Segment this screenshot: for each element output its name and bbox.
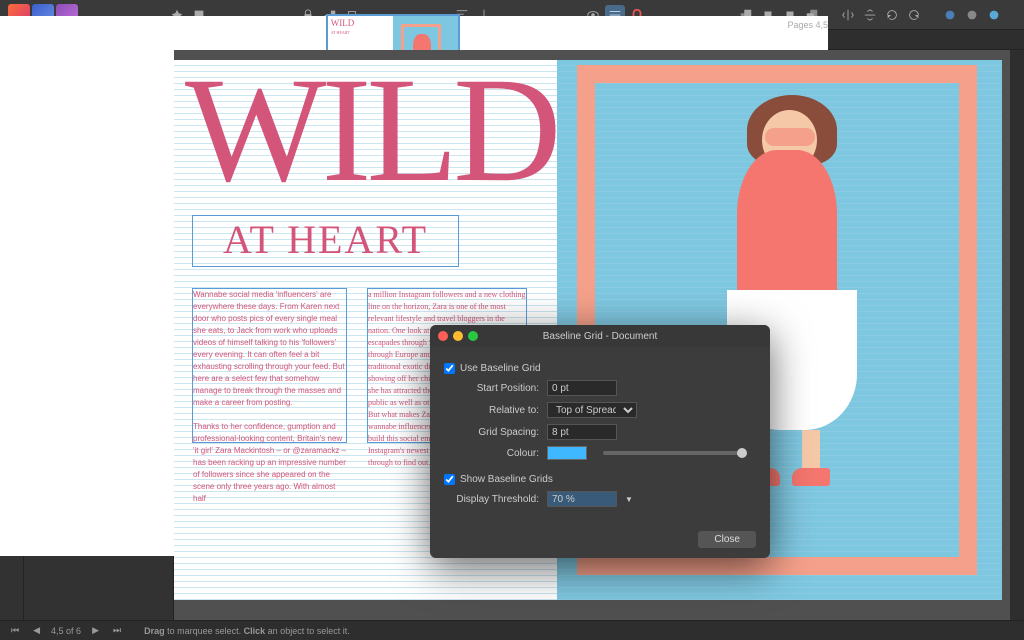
status-bar: ⏮ ◀ 4,5 of 6 ▶ ⏭ Drag to marquee select.… [0, 620, 1024, 640]
last-page-icon[interactable]: ⏭ [110, 625, 124, 636]
display-threshold-input[interactable] [547, 491, 617, 507]
minimize-window-icon[interactable] [453, 331, 463, 341]
colour-label: Colour: [444, 448, 539, 459]
page-thumb-4-5[interactable]: WILD AT HEART Pages 4,5 [24, 100, 173, 556]
close-button[interactable]: Close [698, 531, 756, 548]
status-hint: Drag to marquee select. Click an object … [144, 626, 350, 636]
grid-spacing-input[interactable] [547, 424, 617, 440]
show-grids-label: Show Baseline Grids [460, 474, 553, 485]
next-page-icon[interactable]: ▶ [89, 625, 102, 636]
start-position-input[interactable] [547, 380, 617, 396]
opacity-slider[interactable] [603, 451, 743, 455]
show-grids-checkbox[interactable] [444, 474, 455, 485]
flip-vertical-icon[interactable] [860, 5, 880, 25]
body-column-1[interactable]: Wannabe social media 'influencers' are e… [192, 288, 347, 443]
use-baseline-checkbox[interactable] [444, 363, 455, 374]
headline-at-heart[interactable]: AT HEART [192, 215, 459, 267]
page-indicator: 4,5 of 6 [51, 626, 81, 636]
studio-link-icon[interactable] [940, 5, 960, 25]
pages-panel: Pages Assets ▸ Master Pages ▾ Pages FEIN… [24, 50, 174, 620]
first-page-icon[interactable]: ⏮ [8, 625, 22, 636]
dialog-titlebar[interactable]: Baseline Grid - Document [430, 325, 770, 347]
help-icon[interactable] [984, 5, 1004, 25]
close-window-icon[interactable] [438, 331, 448, 341]
prev-page-icon[interactable]: ◀ [30, 625, 43, 636]
dialog-title: Baseline Grid - Document [543, 331, 658, 342]
right-scrollbar[interactable] [1010, 50, 1024, 620]
headline-wild[interactable]: WILD [185, 60, 556, 205]
colour-swatch[interactable] [547, 446, 587, 460]
rotate-cw-icon[interactable] [904, 5, 924, 25]
threshold-dropdown-icon[interactable]: ▼ [625, 495, 633, 504]
rotate-ccw-icon[interactable] [882, 5, 902, 25]
start-position-label: Start Position: [444, 383, 539, 394]
baseline-grid-dialog: Baseline Grid - Document Use Baseline Gr… [430, 325, 770, 558]
relative-to-label: Relative to: [444, 405, 539, 416]
grid-spacing-label: Grid Spacing: [444, 427, 539, 438]
account-icon[interactable] [962, 5, 982, 25]
display-threshold-label: Display Threshold: [444, 494, 539, 505]
zoom-window-icon[interactable] [468, 331, 478, 341]
relative-to-select[interactable]: Top of Spread [547, 402, 637, 418]
use-baseline-label: Use Baseline Grid [460, 363, 541, 374]
flip-horizontal-icon[interactable] [838, 5, 858, 25]
